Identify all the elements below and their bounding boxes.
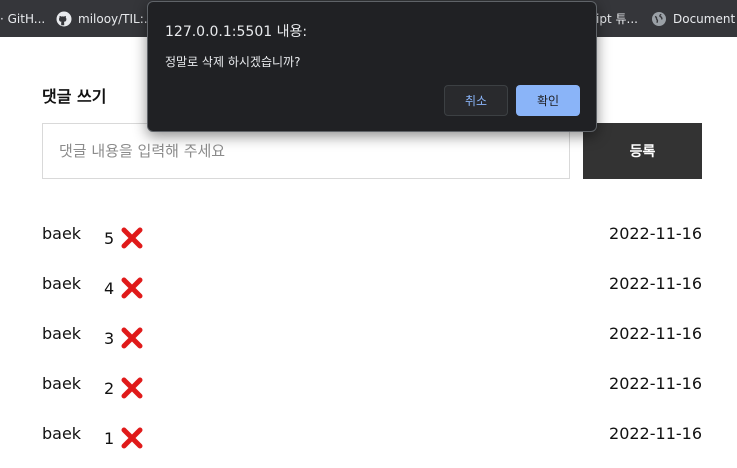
section-title: 댓글 쓰기 bbox=[42, 87, 107, 106]
comment-author: baek bbox=[42, 374, 82, 393]
confirm-dialog: 127.0.0.1:5501 내용: 정말로 삭제 하시겠습니까? 취소 확인 bbox=[147, 1, 597, 132]
comment-number: 4 bbox=[104, 279, 115, 298]
comment-row: baek 3 2022-11-16 bbox=[42, 318, 702, 368]
comment-number: 1 bbox=[104, 429, 115, 448]
delete-x-icon[interactable] bbox=[120, 426, 144, 450]
comment-number: 3 bbox=[104, 329, 115, 348]
comment-row: baek 5 2022-11-16 bbox=[42, 218, 702, 268]
comment-author: baek bbox=[42, 324, 82, 343]
comment-author: baek bbox=[42, 424, 82, 443]
comment-date: 2022-11-16 bbox=[609, 224, 702, 243]
bookmark-label: milooy/TIL:... bbox=[78, 11, 156, 26]
comment-row: baek 1 2022-11-16 bbox=[42, 418, 702, 468]
delete-x-icon[interactable] bbox=[120, 326, 144, 350]
bookmark-github-1[interactable]: · GitH... bbox=[0, 0, 45, 37]
comment-date: 2022-11-16 bbox=[609, 324, 702, 343]
github-icon bbox=[56, 11, 72, 26]
bookmark-label: ipt 튜... bbox=[596, 12, 638, 26]
comment-date: 2022-11-16 bbox=[609, 374, 702, 393]
comment-row: baek 2 2022-11-16 bbox=[42, 368, 702, 418]
delete-x-icon[interactable] bbox=[120, 376, 144, 400]
globe-icon bbox=[652, 11, 666, 26]
comment-date: 2022-11-16 bbox=[609, 274, 702, 293]
bookmark-label: Document bbox=[673, 11, 736, 26]
bookmark-document[interactable]: Document bbox=[651, 0, 735, 37]
comment-date: 2022-11-16 bbox=[609, 424, 702, 443]
comment-author: baek bbox=[42, 274, 82, 293]
delete-x-icon[interactable] bbox=[120, 276, 144, 300]
dialog-origin: 127.0.0.1:5501 내용: bbox=[165, 24, 308, 40]
cancel-button[interactable]: 취소 bbox=[444, 85, 508, 116]
bookmark-label: · GitH... bbox=[0, 11, 46, 26]
comment-list: baek 5 2022-11-16 baek 4 2022-11-16 baek… bbox=[42, 218, 702, 468]
confirm-button[interactable]: 확인 bbox=[516, 85, 580, 116]
comment-author: baek bbox=[42, 224, 82, 243]
comment-row: baek 4 2022-11-16 bbox=[42, 268, 702, 318]
bookmark-github-til[interactable]: milooy/TIL:... bbox=[56, 0, 155, 37]
bookmark-script-tutorial[interactable]: ipt 튜... bbox=[596, 0, 638, 37]
comment-number: 2 bbox=[104, 379, 115, 398]
comment-number: 5 bbox=[104, 229, 115, 248]
dialog-message: 정말로 삭제 하시겠습니까? bbox=[165, 55, 301, 69]
delete-x-icon[interactable] bbox=[120, 226, 144, 250]
submit-button[interactable]: 등록 bbox=[583, 123, 702, 179]
